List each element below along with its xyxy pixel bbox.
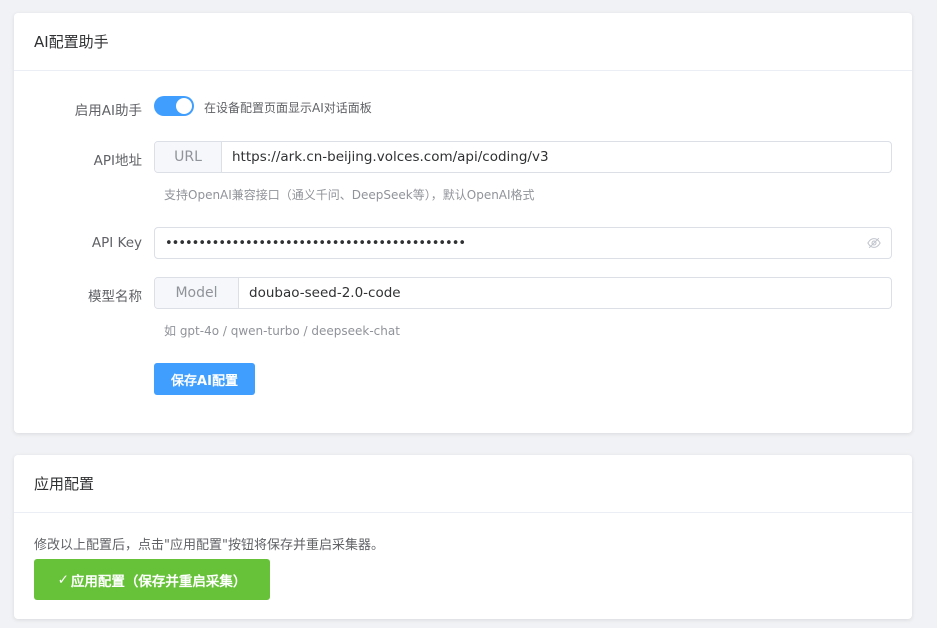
apply-config-card-title: 应用配置 (14, 455, 912, 513)
model-label: 模型名称 (88, 289, 142, 305)
api-url-input-group: URL https://ark.cn-beijing.volces.com/ap… (154, 141, 892, 173)
check-icon: ✓ (57, 571, 69, 588)
save-ai-config-button[interactable]: 保存AI配置 (154, 363, 255, 395)
api-url-label: API地址 (93, 153, 142, 169)
enable-ai-description: 在设备配置页面显示AI对话面板 (204, 101, 372, 115)
switch-knob (176, 98, 192, 114)
api-key-input[interactable]: ••••••••••••••••••••••••••••••••••••••••… (155, 228, 891, 258)
enable-ai-label: 启用AI助手 (74, 103, 142, 119)
ai-config-card: AI配置助手 启用AI助手 在设备配置页面显示AI对话面板 API地址 URL … (14, 13, 912, 433)
enable-ai-switch[interactable] (154, 96, 194, 116)
apply-config-card: 应用配置 修改以上配置后，点击"应用配置"按钮将保存并重启采集器。 ✓ 应用配置… (14, 455, 912, 619)
api-key-input-group: ••••••••••••••••••••••••••••••••••••••••… (154, 227, 892, 259)
eye-off-icon[interactable] (867, 236, 881, 250)
apply-config-description: 修改以上配置后，点击"应用配置"按钮将保存并重启采集器。 (34, 538, 384, 553)
api-url-hint: 支持OpenAI兼容接口（通义千问、DeepSeek等），默认OpenAI格式 (164, 188, 535, 202)
api-url-prepend: URL (155, 142, 222, 172)
api-key-masked-value: ••••••••••••••••••••••••••••••••••••••••… (165, 235, 466, 251)
ai-config-card-title: AI配置助手 (14, 13, 912, 71)
api-key-label: API Key (91, 235, 142, 251)
model-input[interactable]: doubao-seed-2.0-code (239, 278, 891, 308)
model-input-group: Model doubao-seed-2.0-code (154, 277, 892, 309)
apply-config-button-label: 应用配置（保存并重启采集） (70, 573, 247, 590)
api-url-input[interactable]: https://ark.cn-beijing.volces.com/api/co… (222, 142, 891, 172)
model-hint: 如 gpt-4o / qwen-turbo / deepseek-chat (164, 324, 400, 338)
model-prepend: Model (155, 278, 239, 308)
apply-config-button[interactable]: ✓ 应用配置（保存并重启采集） (34, 559, 270, 600)
